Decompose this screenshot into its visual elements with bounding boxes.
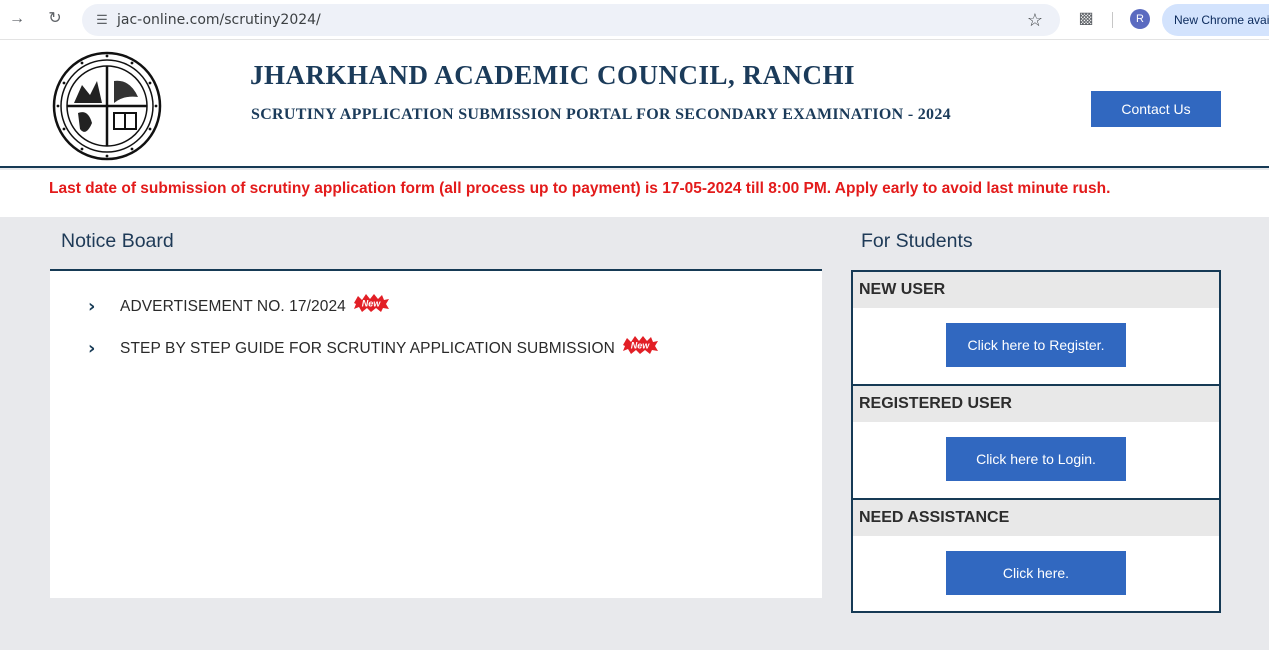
reload-icon[interactable]: ↻ (44, 8, 66, 30)
new-badge-icon: New (353, 294, 389, 312)
notice-link-guide[interactable]: STEP BY STEP GUIDE FOR SCRUTINY APPLICAT… (120, 340, 615, 358)
new-user-heading: NEW USER (853, 272, 1219, 308)
login-button[interactable]: Click here to Login. (946, 437, 1126, 481)
notice-board-title: Notice Board (61, 230, 174, 252)
deadline-alert-bar: Last date of submission of scrutiny appl… (0, 170, 1269, 217)
assistance-button[interactable]: Click here. (946, 551, 1126, 595)
students-panel: NEW USER Click here to Register. REGISTE… (851, 270, 1221, 613)
chevron-right-icon: › (88, 296, 96, 317)
toolbar-separator (1112, 12, 1113, 28)
new-badge-label: New (631, 341, 651, 351)
need-assistance-heading: NEED ASSISTANCE (853, 500, 1219, 536)
site-header: JHARKHAND ACADEMIC COUNCIL, RANCHI SCRUT… (0, 40, 1269, 168)
org-name: JHARKHAND ACADEMIC COUNCIL, RANCHI (250, 60, 856, 90)
new-user-section: NEW USER Click here to Register. (853, 272, 1219, 386)
registered-user-section: REGISTERED USER Click here to Login. (853, 384, 1219, 498)
bookmark-star-icon[interactable]: ☆ (1024, 9, 1046, 31)
url-text[interactable]: jac-online.com/scrutiny2024/ (117, 4, 321, 36)
browser-toolbar: → ↻ ☰ jac-online.com/scrutiny2024/ ☆ ▩ R… (0, 0, 1269, 40)
extensions-icon[interactable]: ▩ (1075, 8, 1097, 30)
new-badge-icon: New (622, 336, 658, 354)
notice-item[interactable]: › STEP BY STEP GUIDE FOR SCRUTINY APPLIC… (88, 336, 659, 361)
portal-subtitle: SCRUTINY APPLICATION SUBMISSION PORTAL F… (251, 106, 951, 123)
new-badge-label: New (362, 299, 382, 309)
address-bar[interactable]: ☰ jac-online.com/scrutiny2024/ ☆ (82, 4, 1060, 36)
chevron-right-icon: › (88, 338, 96, 359)
notice-board-panel: › ADVERTISEMENT NO. 17/2024 New › STEP B… (50, 269, 822, 598)
notice-link-advertisement[interactable]: ADVERTISEMENT NO. 17/2024 (120, 298, 346, 316)
chrome-update-pill[interactable]: New Chrome available (1162, 4, 1269, 36)
profile-avatar[interactable]: R (1130, 9, 1150, 29)
deadline-alert-text: Last date of submission of scrutiny appl… (49, 180, 1111, 197)
jac-emblem-logo (52, 51, 162, 161)
need-assistance-section: NEED ASSISTANCE Click here. (853, 498, 1219, 612)
contact-us-button[interactable]: Contact Us (1091, 91, 1221, 127)
students-title: For Students (861, 230, 973, 252)
site-settings-icon[interactable]: ☰ (92, 10, 112, 30)
back-arrow-icon[interactable]: → (6, 8, 28, 30)
register-button[interactable]: Click here to Register. (946, 323, 1126, 367)
notice-item[interactable]: › ADVERTISEMENT NO. 17/2024 New (88, 294, 390, 319)
registered-user-heading: REGISTERED USER (853, 386, 1219, 422)
